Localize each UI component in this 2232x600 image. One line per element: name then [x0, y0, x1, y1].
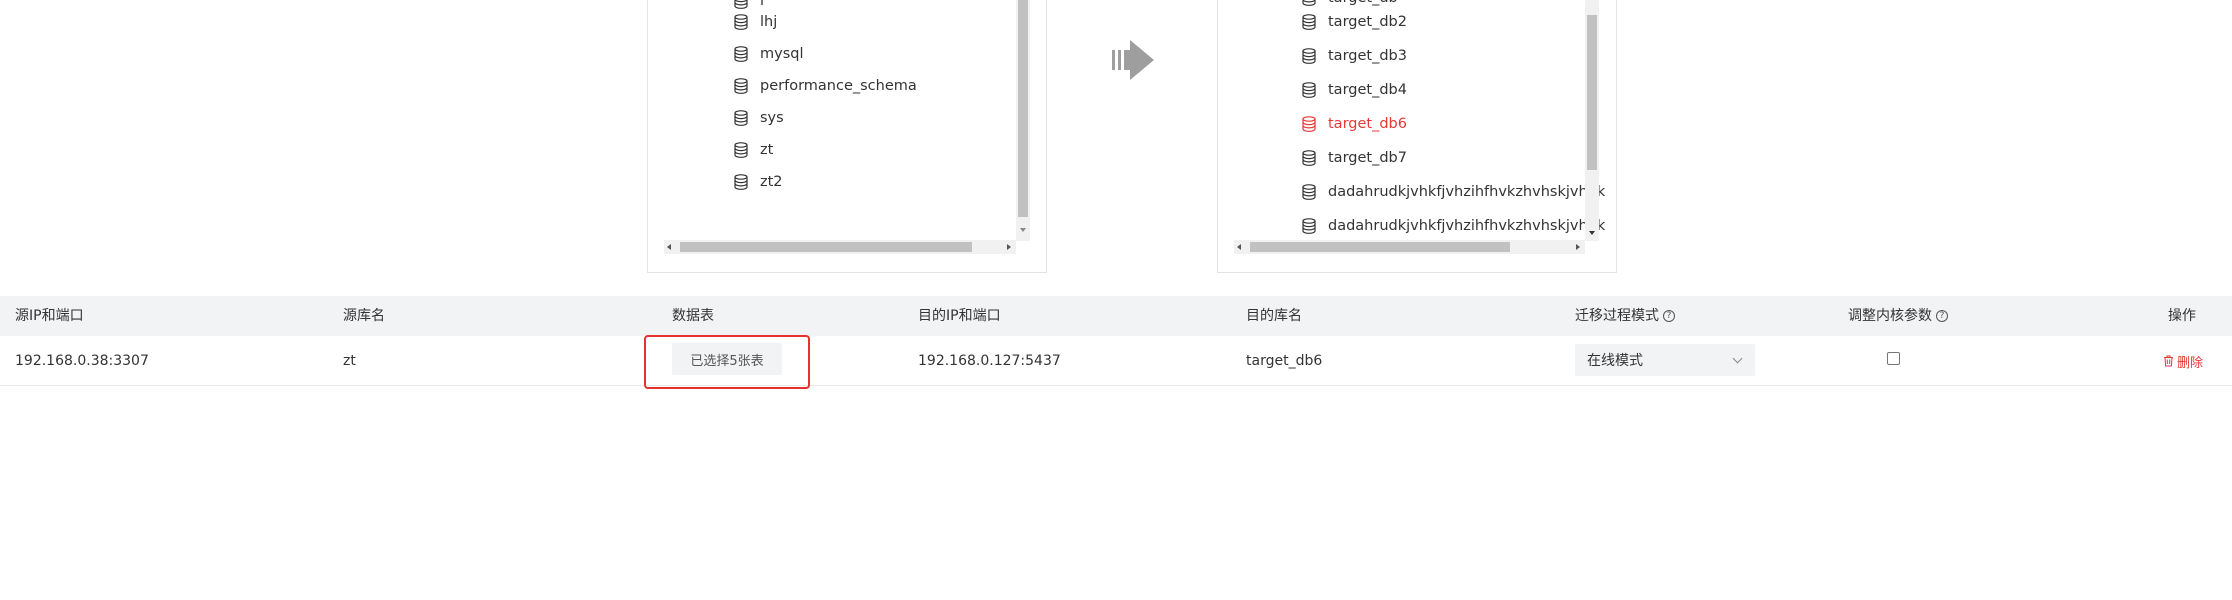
tree-item-mysql[interactable]: mysql: [734, 43, 804, 65]
cell-target-db: target_db6: [1246, 353, 1323, 369]
tree-item-sys[interactable]: sys: [734, 107, 784, 129]
scroll-right-arrow-icon[interactable]: [1007, 244, 1011, 250]
highlight-box: [644, 335, 810, 389]
header-target-ip-port: 目的IP和端口: [918, 308, 1001, 324]
database-icon: [1302, 184, 1316, 200]
tree-item-target-db3[interactable]: target_db3: [1302, 45, 1407, 67]
cell-target-ip-port: 192.168.0.127:5437: [918, 353, 1061, 369]
header-actions: 操作: [2168, 308, 2196, 324]
migration-table-header: 源IP和端口 源库名 数据表 目的IP和端口 目的库名 迁移过程模式 ? 调整内…: [0, 296, 2232, 336]
tree-item-target-db2[interactable]: target_db2: [1302, 11, 1407, 33]
help-circle-icon[interactable]: ?: [1936, 310, 1948, 322]
migration-mode-value: 在线模式: [1587, 353, 1643, 369]
cell-source-db: zt: [343, 353, 356, 369]
header-source-db: 源库名: [343, 308, 385, 324]
vertical-scrollbar[interactable]: [1585, 0, 1599, 241]
chevron-down-icon: [1732, 353, 1743, 364]
database-icon: [1302, 14, 1316, 30]
header-data-tables: 数据表: [672, 308, 714, 324]
scroll-left-arrow-icon[interactable]: [667, 244, 671, 250]
trash-icon: [2164, 355, 2173, 367]
horizontal-scrollbar[interactable]: [1234, 240, 1585, 254]
source-db-tree-panel: i lhj mysql performance_schema sys zt zt…: [647, 0, 1047, 273]
horizontal-scrollbar[interactable]: [664, 240, 1016, 254]
database-icon: [734, 14, 748, 30]
horizontal-scroll-thumb[interactable]: [1250, 242, 1510, 252]
transfer-arrow-icon: [1112, 40, 1154, 80]
database-icon: [734, 78, 748, 94]
tree-item-partial[interactable]: target_db: [1302, 0, 1398, 9]
tree-item-long-db-1[interactable]: dadahrudkjvhkfjvhzihfhvkzhvhskjvhhk: [1302, 181, 1605, 203]
delete-label: 删除: [2177, 355, 2204, 371]
database-icon: [734, 46, 748, 62]
delete-button[interactable]: 删除: [2163, 336, 2203, 386]
tree-item-target-db4[interactable]: target_db4: [1302, 79, 1407, 101]
database-icon: [1302, 0, 1316, 6]
database-icon: [734, 0, 748, 9]
cell-source-ip-port: 192.168.0.38:3307: [15, 353, 149, 369]
help-circle-icon[interactable]: ?: [1663, 310, 1675, 322]
scroll-left-arrow-icon[interactable]: [1237, 244, 1241, 250]
scroll-right-arrow-icon[interactable]: [1576, 244, 1580, 250]
database-icon: [734, 174, 748, 190]
header-source-ip-port: 源IP和端口: [15, 308, 84, 324]
tree-item-long-db-2[interactable]: dadahrudkjvhkfjvhzihfhvkzhvhskjvhhk: [1302, 215, 1605, 237]
header-migration-mode: 迁移过程模式 ?: [1575, 296, 1675, 336]
tree-item-target-db7[interactable]: target_db7: [1302, 147, 1407, 169]
database-icon: [1302, 116, 1316, 132]
header-kernel-params-label: 调整内核参数: [1848, 308, 1932, 324]
vertical-scroll-thumb[interactable]: [1587, 15, 1597, 170]
horizontal-scroll-thumb[interactable]: [680, 242, 972, 252]
tree-item-zt2[interactable]: zt2: [734, 171, 783, 193]
scroll-down-arrow-icon[interactable]: [1020, 228, 1026, 232]
tree-item-zt[interactable]: zt: [734, 139, 773, 161]
vertical-scroll-thumb[interactable]: [1018, 0, 1028, 217]
database-icon: [1302, 82, 1316, 98]
tree-item-target-db6-selected[interactable]: target_db6: [1302, 113, 1407, 135]
scroll-down-arrow-icon[interactable]: [1589, 231, 1595, 235]
kernel-params-checkbox[interactable]: [1887, 352, 1900, 365]
database-icon: [734, 110, 748, 126]
target-db-tree-panel: target_db target_db2 target_db3 target_d…: [1217, 0, 1617, 273]
tree-item-performance-schema[interactable]: performance_schema: [734, 75, 917, 97]
database-icon: [1302, 218, 1316, 234]
database-icon: [1302, 150, 1316, 166]
vertical-scrollbar[interactable]: [1016, 0, 1030, 241]
database-icon: [734, 142, 748, 158]
migration-mode-select[interactable]: 在线模式: [1575, 344, 1755, 376]
header-kernel-params: 调整内核参数 ?: [1848, 296, 1948, 336]
database-icon: [1302, 48, 1316, 64]
header-migration-mode-label: 迁移过程模式: [1575, 308, 1659, 324]
header-target-db: 目的库名: [1246, 308, 1302, 324]
tree-item-lhj[interactable]: lhj: [734, 11, 777, 33]
